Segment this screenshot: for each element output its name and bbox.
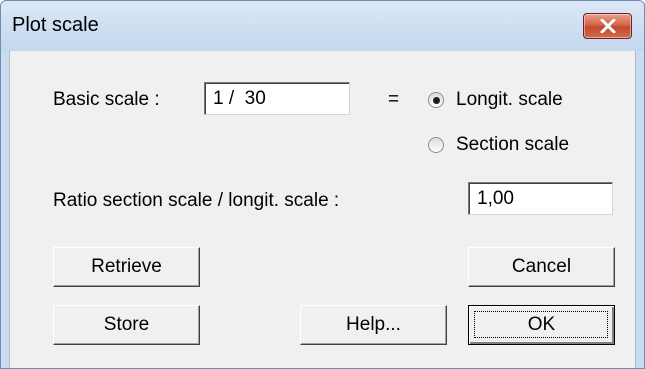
radio-longit-scale[interactable]: Longit. scale: [428, 87, 563, 113]
radio-unselected-icon: [428, 137, 444, 153]
cancel-button[interactable]: Cancel: [468, 247, 615, 287]
close-icon: [600, 19, 615, 33]
ok-button[interactable]: OK: [468, 305, 615, 345]
window-title: Plot scale: [12, 14, 99, 36]
ratio-label: Ratio section scale / longit. scale :: [53, 190, 340, 211]
focus-ring: [474, 311, 608, 338]
plot-scale-dialog: Plot scale Basic scale : = Longit. scale…: [0, 0, 645, 369]
dialog-body: Basic scale : = Longit. scale Section sc…: [9, 51, 636, 368]
equals-sign: =: [388, 89, 400, 110]
store-button[interactable]: Store: [53, 305, 200, 345]
title-bar: Plot scale: [1, 1, 644, 51]
radio-section-scale-label: Section scale: [456, 134, 570, 155]
radio-selected-icon: [428, 92, 444, 108]
basic-scale-label: Basic scale :: [53, 89, 160, 110]
ratio-input[interactable]: [468, 182, 613, 215]
radio-section-scale[interactable]: Section scale: [428, 132, 569, 158]
basic-scale-input[interactable]: [204, 82, 350, 115]
help-button[interactable]: Help...: [300, 305, 447, 345]
retrieve-button[interactable]: Retrieve: [53, 247, 200, 287]
close-button[interactable]: [583, 13, 632, 39]
radio-longit-scale-label: Longit. scale: [456, 89, 563, 110]
